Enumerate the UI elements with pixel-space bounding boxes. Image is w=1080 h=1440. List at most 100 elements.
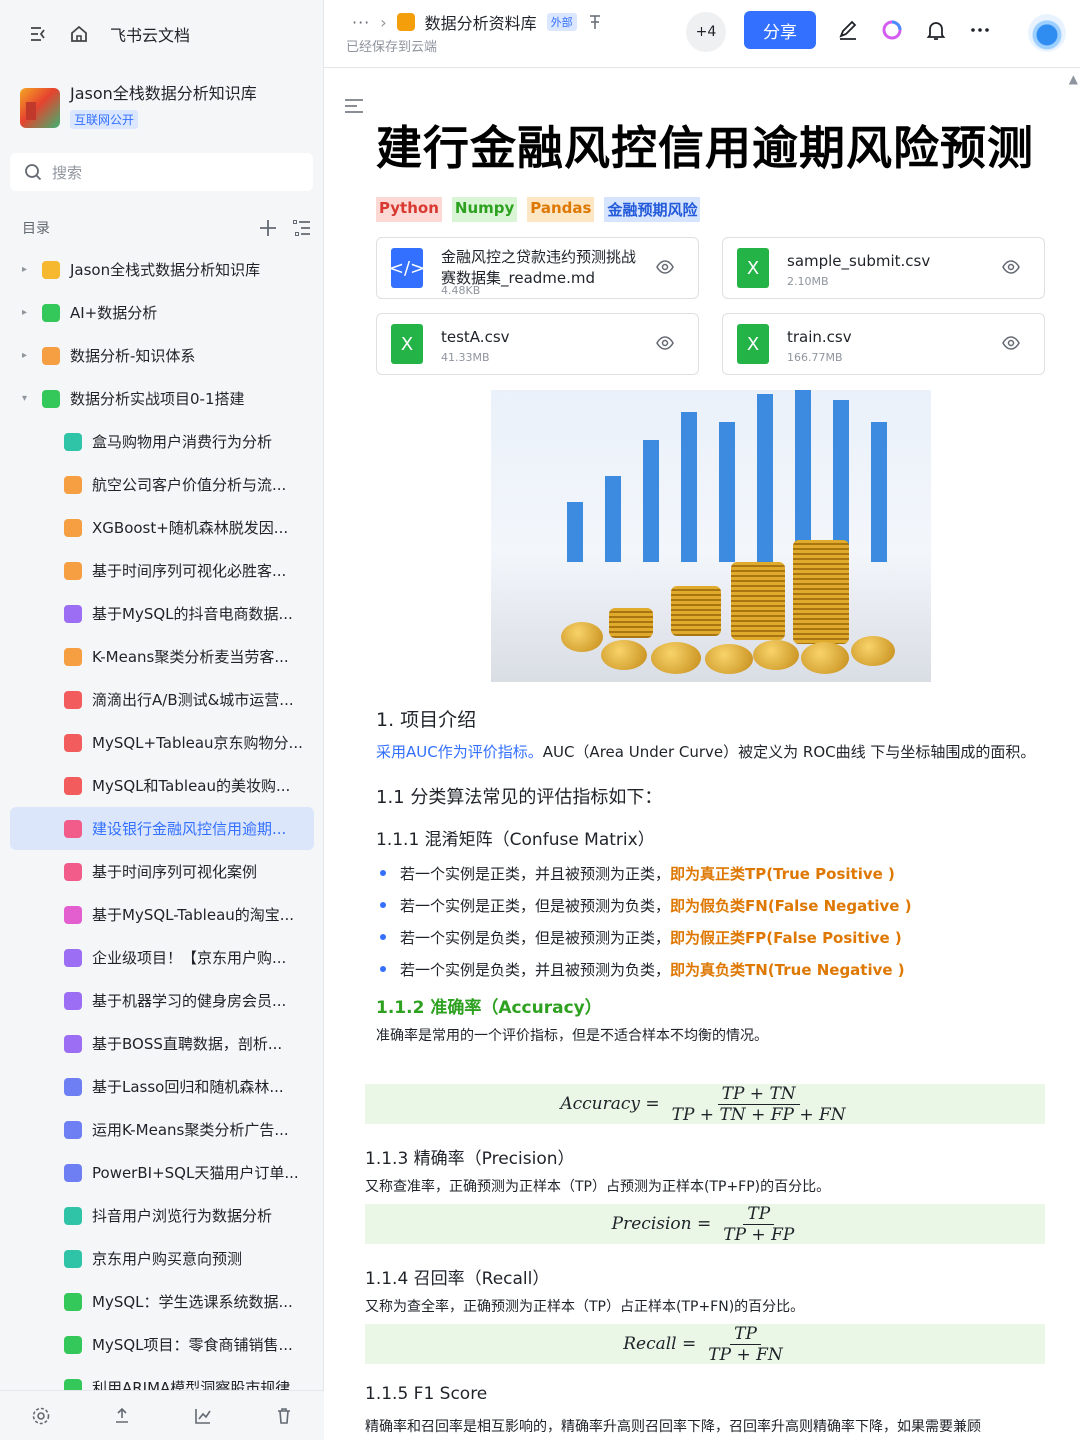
outline-icon[interactable]: [344, 98, 364, 114]
doc-icon: [64, 1163, 82, 1182]
search-placeholder: 搜索: [52, 163, 83, 182]
doc-tag: Numpy: [451, 197, 518, 222]
toc-header: 目录: [22, 216, 312, 240]
attachment-readme[interactable]: </> 金融风控之贷款违约预测挑战赛数据集_readme.md 4.48KB: [376, 237, 699, 299]
scroll-up-icon[interactable]: ▲: [1069, 72, 1078, 86]
doc-icon: [64, 1335, 82, 1354]
brand-name[interactable]: 飞书云文档: [110, 22, 190, 46]
breadcrumb: ··· › 数据分析资料库 外部: [352, 10, 603, 34]
list-item: 若一个实例是正类，但是被预测为负类， 即为假负类FN(False Negative…: [376, 889, 1036, 921]
preview-eye-icon[interactable]: [1002, 336, 1020, 350]
tree-page-item[interactable]: MySQL：学生选课系统数据...: [10, 1280, 314, 1323]
breadcrumb-more[interactable]: ···: [352, 13, 370, 32]
sidebar-footer: [0, 1390, 324, 1440]
tree-item-label: 基于机器学习的健身房会员...: [92, 992, 287, 1010]
tree-page-item[interactable]: 基于MySQL的抖音电商数据...: [10, 592, 314, 635]
home-icon[interactable]: [68, 23, 90, 45]
doc-breadcrumb-title[interactable]: 数据分析资料库: [425, 10, 537, 34]
caret-right-icon[interactable]: ▸: [22, 350, 32, 361]
attachment-testA[interactable]: X testA.csv 41.33MB: [376, 313, 699, 375]
search-input[interactable]: 搜索: [10, 153, 313, 191]
attachment-train[interactable]: X train.csv 166.77MB: [722, 313, 1045, 375]
tree-page-item[interactable]: 抖音用户浏览行为数据分析: [10, 1194, 314, 1237]
doc-icon: [64, 948, 82, 967]
tree-page-item[interactable]: 基于时间序列可视化必胜客...: [10, 549, 314, 592]
tree-page-item[interactable]: MySQL项目：零食商铺销售...: [10, 1323, 314, 1366]
trash-icon[interactable]: [274, 1406, 294, 1426]
doc-icon: [64, 604, 82, 623]
file-size: 2.10MB: [787, 275, 829, 288]
tree-page-item[interactable]: 运用K-Means聚类分析广告...: [10, 1108, 314, 1151]
preview-eye-icon[interactable]: [656, 260, 674, 274]
intro-text: AUC（Area Under Curve）被定义为 ROC曲线 下与坐标轴围成的…: [542, 743, 1036, 761]
tree-folder-item[interactable]: ▸ AI+数据分析: [10, 291, 314, 334]
settings-icon[interactable]: [31, 1406, 51, 1426]
spreadsheet-file-icon: X: [737, 324, 769, 364]
pin-icon[interactable]: [587, 14, 603, 30]
tree-page-item[interactable]: 京东用户购买意向预测: [10, 1237, 314, 1280]
doc-icon: [64, 647, 82, 666]
collapse-sidebar-icon[interactable]: [28, 23, 50, 45]
page-tree: ▸ Jason全栈式数据分析知识库 ▸ AI+数据分析 ▸ 数据分析-知识体系 ▾ 数据分析实…: [10, 248, 314, 1409]
attachment-sample-submit[interactable]: X sample_submit.csv 2.10MB: [722, 237, 1045, 299]
tree-page-item[interactable]: 建设银行金融风控信用逾期...: [10, 807, 314, 850]
caret-down-icon[interactable]: ▾: [22, 393, 32, 404]
tree-options-icon[interactable]: [292, 218, 312, 238]
collaborators-count[interactable]: +4: [686, 12, 726, 52]
user-avatar[interactable]: [1028, 14, 1066, 52]
notification-bell-icon[interactable]: [924, 18, 948, 42]
tree-page-item[interactable]: 滴滴出行A/B测试&城市运营...: [10, 678, 314, 721]
file-name: testA.csv: [441, 328, 510, 346]
preview-eye-icon[interactable]: [656, 336, 674, 350]
section-heading-accuracy: 1.1.2 准确率（Accuracy）: [376, 998, 602, 1018]
tree-page-item[interactable]: PowerBI+SQL天猫用户订单...: [10, 1151, 314, 1194]
tree-folder-item[interactable]: ▸ 数据分析-知识体系: [10, 334, 314, 377]
tree-page-item[interactable]: MySQL和Tableau的美妆购...: [10, 764, 314, 807]
folder-icon: [42, 260, 60, 279]
doc-icon: [64, 561, 82, 580]
tree-page-item[interactable]: K-Means聚类分析麦当劳客...: [10, 635, 314, 678]
tree-item-label: 数据分析-知识体系: [70, 347, 196, 365]
tree-page-item[interactable]: 基于机器学习的健身房会员...: [10, 979, 314, 1022]
doc-icon: [64, 432, 82, 451]
tree-page-item[interactable]: 盒马购物用户消费行为分析: [10, 420, 314, 463]
spreadsheet-file-icon: X: [737, 248, 769, 288]
share-export-icon[interactable]: [112, 1406, 132, 1426]
tree-item-label: 基于MySQL的抖音电商数据...: [92, 605, 293, 623]
tree-item-label: 数据分析实战项目0-1搭建: [70, 390, 245, 408]
tree-page-item[interactable]: XGBoost+随机森林脱发因...: [10, 506, 314, 549]
ai-assistant-icon[interactable]: [880, 18, 904, 42]
analytics-icon[interactable]: [193, 1406, 213, 1426]
section-heading-confusion-matrix: 1.1.1 混淆矩阵（Confuse Matrix）: [376, 830, 655, 850]
tree-item-label: 盒马购物用户消费行为分析: [92, 433, 273, 451]
edit-icon[interactable]: [836, 18, 860, 42]
doc-icon: [64, 1292, 82, 1311]
more-options-icon[interactable]: [968, 18, 992, 42]
caret-right-icon[interactable]: ▸: [22, 264, 32, 275]
caret-right-icon[interactable]: ▸: [22, 307, 32, 318]
tree-page-item[interactable]: 基于Lasso回归和随机森林...: [10, 1065, 314, 1108]
section-heading-intro: 1. 项目介绍: [376, 709, 477, 731]
tree-page-item[interactable]: MySQL+Tableau京东购物分...: [10, 721, 314, 764]
auc-link[interactable]: 采用AUC作为评价指标。: [376, 743, 543, 761]
sidebar-top-bar: 飞书云文档: [0, 0, 324, 68]
header-actions: [836, 18, 992, 42]
doc-icon: [64, 1034, 82, 1053]
tree-page-item[interactable]: 基于MySQL-Tableau的淘宝...: [10, 893, 314, 936]
tree-page-item[interactable]: 企业级项目！【京东用户购...: [10, 936, 314, 979]
tree-folder-item[interactable]: ▾ 数据分析实战项目0-1搭建: [10, 377, 314, 420]
tree-page-item[interactable]: 航空公司客户价值分析与流...: [10, 463, 314, 506]
add-page-icon[interactable]: [258, 218, 278, 238]
doc-tag: Python: [376, 197, 442, 222]
knowledge-space-header[interactable]: Jason全栈数据分析知识库 互联网公开: [20, 82, 310, 138]
tree-page-item[interactable]: 基于时间序列可视化案例: [10, 850, 314, 893]
space-visibility-badge: 互联网公开: [70, 110, 139, 129]
folder-icon: [42, 346, 60, 365]
tree-item-label: 航空公司客户价值分析与流...: [92, 476, 287, 494]
share-button[interactable]: 分享: [744, 11, 816, 49]
preview-eye-icon[interactable]: [1002, 260, 1020, 274]
accuracy-text: 准确率是常用的一个评价指标，但是不适合样本不均衡的情况。: [376, 1028, 768, 1044]
save-status: 已经保存到云端: [346, 40, 438, 55]
tree-folder-item[interactable]: ▸ Jason全栈式数据分析知识库: [10, 248, 314, 291]
tree-page-item[interactable]: 基于BOSS直聘数据，剖析...: [10, 1022, 314, 1065]
